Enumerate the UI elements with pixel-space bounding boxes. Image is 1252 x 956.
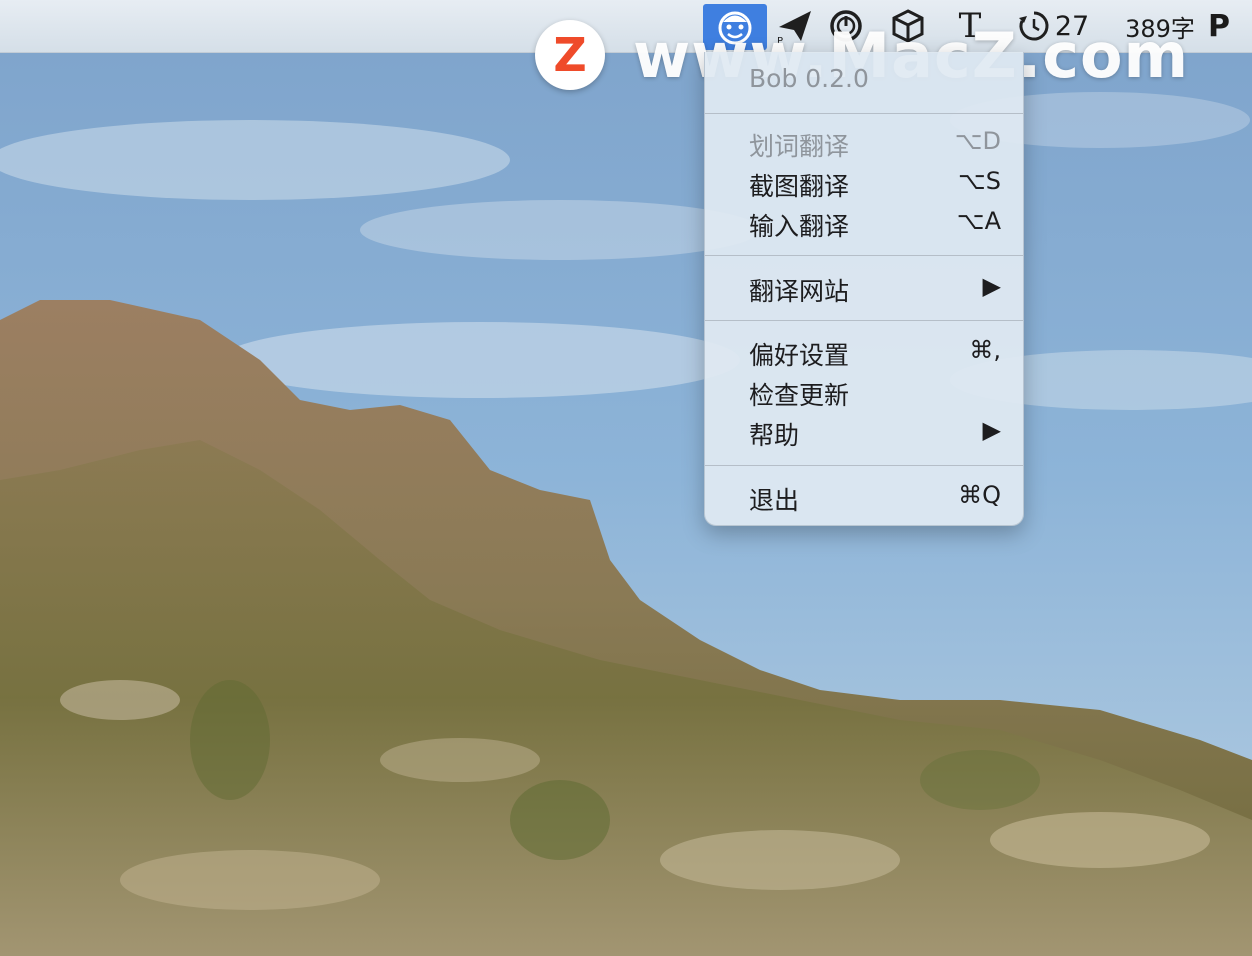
shortcut-label: ⌥S	[958, 167, 1001, 195]
bob-dropdown-menu: Bob 0.2.0 划词翻译 ⌥D 截图翻译 ⌥S 输入翻译 ⌥A 翻译网站 ▶…	[704, 52, 1024, 526]
menu-separator	[705, 465, 1023, 466]
shortcut-label: ⌘,	[969, 336, 1001, 364]
shortcut-label: ⌘Q	[958, 481, 1001, 509]
menu-separator	[705, 113, 1023, 114]
menu-item-check-updates[interactable]: 检查更新	[705, 372, 1023, 412]
menu-version: Bob 0.2.0	[749, 64, 869, 93]
menu-item-translate-website[interactable]: 翻译网站 ▶	[705, 268, 1023, 308]
watermark-logo: Z	[535, 20, 605, 90]
menu-separator	[705, 320, 1023, 321]
shortcut-label: ⌥A	[956, 207, 1001, 235]
menu-item-help[interactable]: 帮助 ▶	[705, 412, 1023, 452]
menu-item-select-translate[interactable]: 划词翻译 ⌥D	[705, 123, 1023, 163]
submenu-arrow-icon: ▶	[982, 416, 1001, 444]
watermark-logo-letter: Z	[553, 28, 587, 82]
pin-status-item[interactable]: P	[1204, 6, 1234, 46]
desktop-wallpaper	[0, 0, 1252, 956]
pin-icon: P	[1208, 8, 1230, 44]
shortcut-label: ⌥D	[954, 127, 1001, 155]
menu-item-preferences[interactable]: 偏好设置 ⌘,	[705, 332, 1023, 372]
menu-item-screenshot-translate[interactable]: 截图翻译 ⌥S	[705, 163, 1023, 203]
submenu-arrow-icon: ▶	[982, 272, 1001, 300]
menu-item-quit[interactable]: 退出 ⌘Q	[705, 477, 1023, 517]
menu-item-input-translate[interactable]: 输入翻译 ⌥A	[705, 203, 1023, 243]
menu-separator	[705, 255, 1023, 256]
